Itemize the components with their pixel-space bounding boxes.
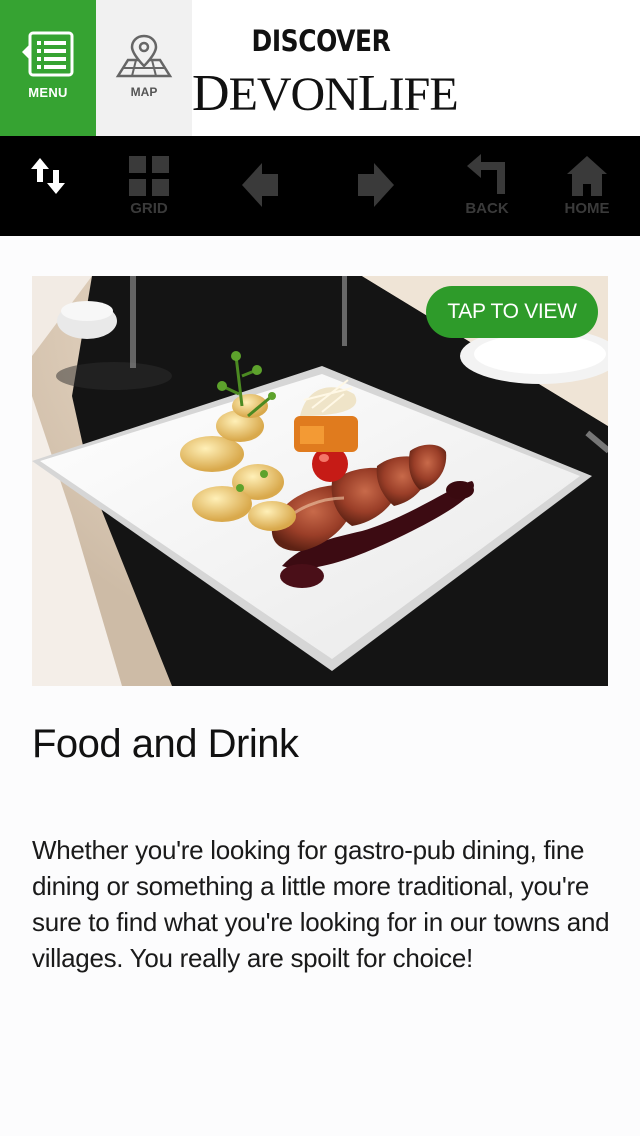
navigation-toolbar: GRID BACK HOME bbox=[0, 136, 640, 236]
grid-icon bbox=[129, 156, 169, 196]
logo-letter-l: L bbox=[357, 65, 390, 122]
map-button[interactable]: MAP bbox=[96, 0, 192, 136]
home-button[interactable]: HOME bbox=[537, 136, 637, 236]
discover-devon-life-logo[interactable]: DISCOVER DEVONLIFE bbox=[192, 0, 460, 136]
app-header: MENU MAP DISCOVER DEVONLIFE bbox=[0, 0, 640, 136]
arrow-left-icon bbox=[242, 163, 278, 207]
back-button[interactable]: BACK bbox=[437, 136, 537, 236]
logo-discover-text: DISCOVER bbox=[251, 24, 391, 58]
map-label: MAP bbox=[130, 85, 158, 99]
menu-list-icon bbox=[22, 31, 74, 77]
menu-label: MENU bbox=[28, 85, 68, 100]
home-label: HOME bbox=[564, 200, 610, 217]
page-title: Food and Drink bbox=[32, 722, 299, 766]
back-icon bbox=[467, 154, 505, 194]
logo-letter-d: D bbox=[192, 65, 230, 122]
map-pin-icon bbox=[115, 34, 173, 78]
arrow-right-icon bbox=[358, 163, 394, 207]
previous-button[interactable] bbox=[210, 136, 310, 236]
grid-button[interactable]: GRID bbox=[99, 136, 199, 236]
menu-button[interactable]: MENU bbox=[0, 0, 96, 136]
back-label: BACK bbox=[465, 200, 509, 217]
sort-arrows-icon bbox=[31, 158, 65, 194]
logo-letters-ife: IFE bbox=[388, 68, 459, 121]
home-icon bbox=[567, 156, 607, 196]
sort-button[interactable] bbox=[0, 136, 100, 236]
logo-devonlife-text: DEVONLIFE bbox=[192, 64, 459, 123]
page-description: Whether you're looking for gastro-pub di… bbox=[32, 835, 610, 973]
next-button[interactable] bbox=[326, 136, 426, 236]
logo-letters-evon: EVON bbox=[228, 68, 359, 121]
tap-to-view-button[interactable]: TAP TO VIEW bbox=[426, 286, 598, 338]
grid-label: GRID bbox=[130, 200, 168, 217]
